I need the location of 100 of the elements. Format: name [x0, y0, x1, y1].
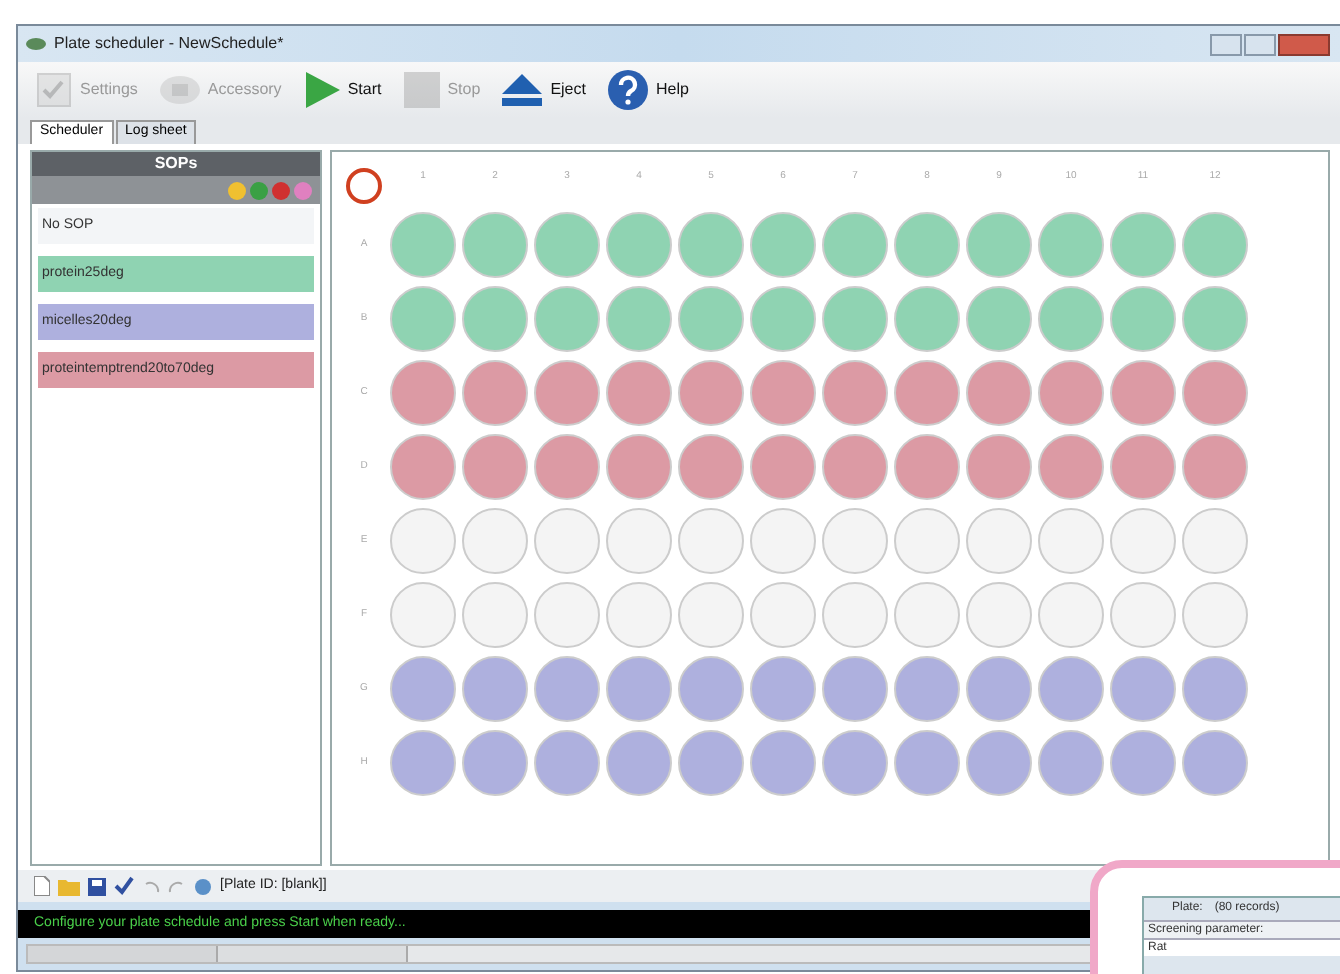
well[interactable]	[822, 582, 888, 648]
well[interactable]	[750, 656, 816, 722]
well[interactable]	[606, 508, 672, 574]
well[interactable]	[822, 730, 888, 796]
well[interactable]	[390, 656, 456, 722]
well[interactable]	[606, 434, 672, 500]
well[interactable]	[1110, 508, 1176, 574]
well[interactable]	[822, 434, 888, 500]
well[interactable]	[534, 212, 600, 278]
well[interactable]	[606, 656, 672, 722]
well[interactable]	[750, 286, 816, 352]
well[interactable]	[894, 360, 960, 426]
well[interactable]	[1110, 730, 1176, 796]
well[interactable]	[606, 730, 672, 796]
well[interactable]	[966, 286, 1032, 352]
folder-icon[interactable]	[58, 876, 80, 896]
well[interactable]	[606, 582, 672, 648]
well[interactable]	[822, 508, 888, 574]
well[interactable]	[534, 434, 600, 500]
well[interactable]	[390, 434, 456, 500]
undo-icon[interactable]	[142, 878, 160, 894]
well[interactable]	[750, 730, 816, 796]
maximize-button[interactable]	[1244, 33, 1276, 55]
well[interactable]	[822, 286, 888, 352]
well[interactable]	[678, 434, 744, 500]
well[interactable]	[1038, 286, 1104, 352]
well[interactable]	[822, 212, 888, 278]
well[interactable]	[1182, 730, 1248, 796]
well[interactable]	[678, 212, 744, 278]
well[interactable]	[966, 656, 1032, 722]
well[interactable]	[462, 286, 528, 352]
select-all-ring[interactable]	[346, 168, 382, 204]
well[interactable]	[678, 656, 744, 722]
well[interactable]	[534, 508, 600, 574]
well[interactable]	[390, 508, 456, 574]
toolbar-button[interactable]: Help	[601, 66, 693, 114]
well[interactable]	[1038, 582, 1104, 648]
well[interactable]	[750, 434, 816, 500]
well[interactable]	[390, 582, 456, 648]
well[interactable]	[462, 730, 528, 796]
well[interactable]	[1182, 656, 1248, 722]
well[interactable]	[750, 508, 816, 574]
well[interactable]	[894, 656, 960, 722]
well[interactable]	[822, 360, 888, 426]
well[interactable]	[894, 582, 960, 648]
check-icon[interactable]	[114, 876, 134, 896]
well[interactable]	[678, 508, 744, 574]
well[interactable]	[1110, 582, 1176, 648]
well[interactable]	[1182, 508, 1248, 574]
well[interactable]	[966, 212, 1032, 278]
well[interactable]	[750, 212, 816, 278]
well[interactable]	[1182, 360, 1248, 426]
well[interactable]	[750, 582, 816, 648]
well[interactable]	[534, 582, 600, 648]
well[interactable]	[606, 360, 672, 426]
well[interactable]	[678, 286, 744, 352]
close-button[interactable]	[1278, 33, 1330, 55]
well[interactable]	[894, 286, 960, 352]
well[interactable]	[966, 508, 1032, 574]
well[interactable]	[390, 730, 456, 796]
well[interactable]	[1110, 434, 1176, 500]
well[interactable]	[1038, 360, 1104, 426]
save-icon[interactable]	[88, 877, 106, 895]
well[interactable]	[1182, 582, 1248, 648]
well[interactable]	[894, 508, 960, 574]
well[interactable]	[1110, 212, 1176, 278]
redo-icon[interactable]	[168, 878, 186, 894]
well[interactable]	[390, 360, 456, 426]
toolbar-button[interactable]: Eject	[496, 66, 590, 114]
well[interactable]	[534, 730, 600, 796]
well[interactable]	[1110, 286, 1176, 352]
well[interactable]	[1038, 434, 1104, 500]
well[interactable]	[678, 360, 744, 426]
well[interactable]	[1038, 730, 1104, 796]
well[interactable]	[966, 730, 1032, 796]
well[interactable]	[462, 434, 528, 500]
well[interactable]	[1182, 212, 1248, 278]
well[interactable]	[390, 286, 456, 352]
well[interactable]	[822, 656, 888, 722]
well[interactable]	[1182, 434, 1248, 500]
well[interactable]	[1110, 656, 1176, 722]
well[interactable]	[966, 582, 1032, 648]
well[interactable]	[894, 730, 960, 796]
toolbar-button[interactable]: Start	[297, 66, 386, 114]
well[interactable]	[966, 434, 1032, 500]
well[interactable]	[894, 212, 960, 278]
well[interactable]	[1038, 508, 1104, 574]
new-file-icon[interactable]	[34, 876, 50, 896]
well[interactable]	[1110, 360, 1176, 426]
well[interactable]	[462, 212, 528, 278]
well[interactable]	[678, 582, 744, 648]
well[interactable]	[462, 582, 528, 648]
well[interactable]	[1182, 286, 1248, 352]
well[interactable]	[462, 656, 528, 722]
well[interactable]	[894, 434, 960, 500]
minimize-button[interactable]	[1210, 33, 1242, 55]
well[interactable]	[678, 730, 744, 796]
well[interactable]	[534, 286, 600, 352]
well[interactable]	[462, 360, 528, 426]
well[interactable]	[1038, 656, 1104, 722]
